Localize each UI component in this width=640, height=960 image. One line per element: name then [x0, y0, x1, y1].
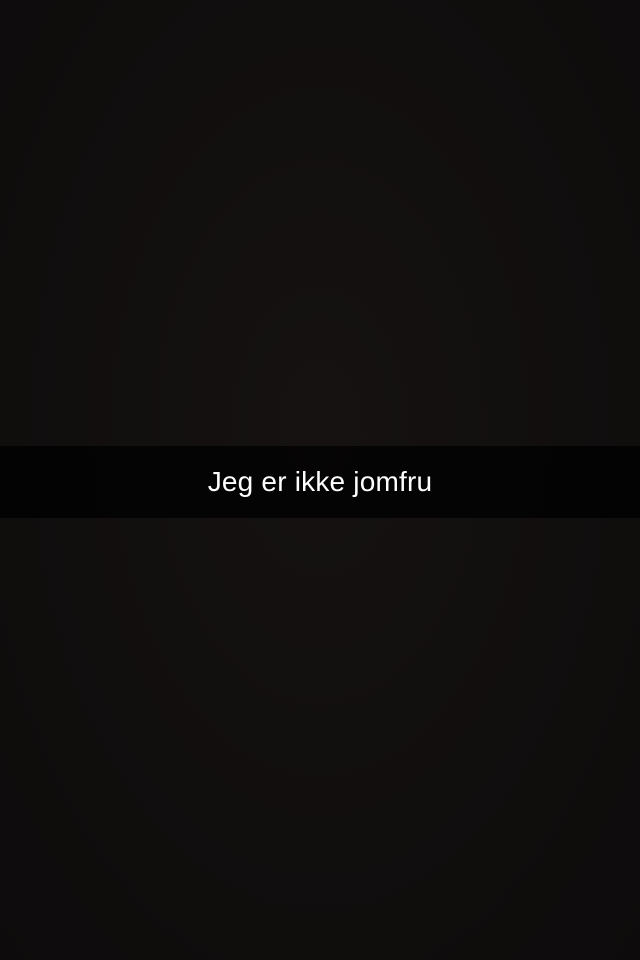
caption-bar[interactable]: Jeg er ikke jomfru: [0, 446, 640, 518]
caption-text: Jeg er ikke jomfru: [207, 466, 433, 497]
snap-photo-background: Jeg er ikke jomfru: [0, 0, 640, 960]
